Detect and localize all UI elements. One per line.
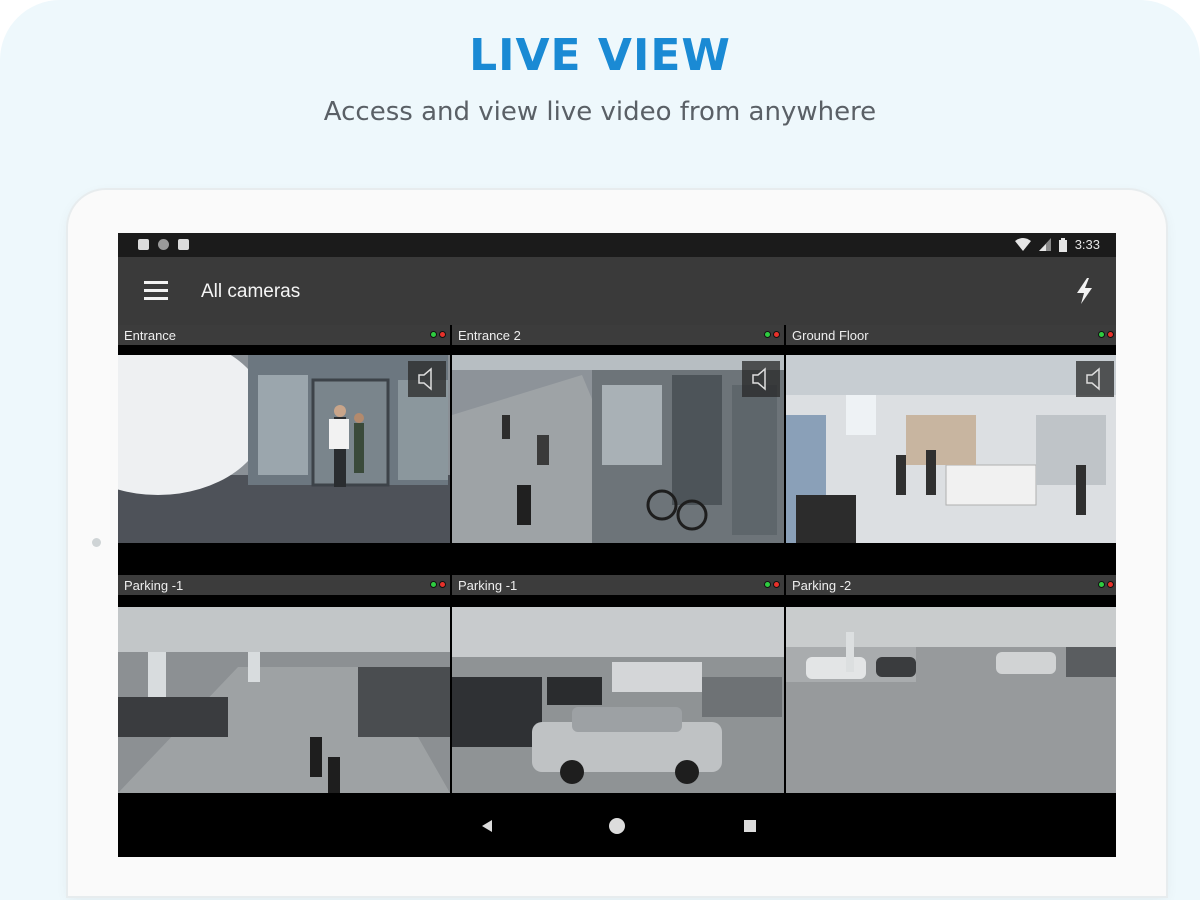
status-dot-red [773,331,780,338]
camera-header: Ground Floor [786,325,1116,345]
front-camera-dot [92,538,101,547]
camera-header: Parking -2 [786,575,1116,595]
circle-icon [158,239,169,250]
camera-tile-entrance[interactable]: Entrance [118,325,450,545]
camera-name: Parking -1 [458,578,518,593]
speaker-mute-icon[interactable] [1076,361,1114,397]
camera-status-indicators [1098,581,1114,588]
video-feed-parking-1a [118,607,450,793]
video-feed-entrance-2 [452,355,784,543]
camera-header: Parking -1 [118,575,450,595]
camera-name: Parking -2 [792,578,852,593]
video-feed-ground-floor [786,355,1116,543]
status-dot-red [439,581,446,588]
wifi-icon [1014,238,1031,251]
status-dot-red [439,331,446,338]
status-dot-green [1098,581,1105,588]
camera-status-indicators [430,581,446,588]
status-dot-green [1098,331,1105,338]
back-icon[interactable] [474,813,500,839]
status-dot-green [430,581,437,588]
flash-icon[interactable] [1070,275,1100,307]
speaker-mute-icon[interactable] [742,361,780,397]
hamburger-menu-icon[interactable] [140,277,170,305]
camera-header: Parking -1 [452,575,784,595]
home-icon[interactable] [604,813,630,839]
camera-grid: Entrance Entrance 2 Ground Floor Parking… [118,325,1116,795]
camera-status-indicators [764,581,780,588]
camera-name: Entrance 2 [458,328,521,343]
camera-tile-ground-floor[interactable]: Ground Floor [786,325,1116,545]
camera-header: Entrance [118,325,450,345]
promo-subline: Access and view live video from anywhere [323,97,877,127]
status-dot-green [764,581,771,588]
camera-name: Ground Floor [792,328,869,343]
camera-tile-parking-1a[interactable]: Parking -1 [118,575,450,795]
status-bar: 3:33 [118,233,1116,257]
promo-headline: LIVE VIEW [469,30,731,81]
camera-status-indicators [430,331,446,338]
tablet-screen: 3:33 All cameras Entrance Entrance 2 Gro… [118,233,1116,857]
status-dot-red [1107,331,1114,338]
status-dot-green [430,331,437,338]
status-dot-red [1107,581,1114,588]
camera-status-indicators [764,331,780,338]
notification-a-icon [138,239,149,250]
android-nav-bar [118,795,1116,857]
video-feed-parking-2 [786,607,1116,793]
camera-name: Parking -1 [124,578,184,593]
recents-icon[interactable] [737,813,763,839]
speaker-mute-icon[interactable] [408,361,446,397]
status-dot-green [764,331,771,338]
status-time: 3:33 [1074,237,1100,252]
signal-icon [1038,238,1051,251]
status-dot-red [773,581,780,588]
page-title: All cameras [201,281,301,302]
battery-icon [1058,237,1067,252]
sd-card-icon [178,239,189,250]
app-bar: All cameras [118,257,1116,325]
video-feed-entrance [118,355,450,543]
camera-name: Entrance [124,328,177,343]
camera-header: Entrance 2 [452,325,784,345]
camera-tile-entrance-2[interactable]: Entrance 2 [452,325,784,545]
camera-tile-parking-1b[interactable]: Parking -1 [452,575,784,795]
video-feed-parking-1b [452,607,784,793]
camera-tile-parking-2[interactable]: Parking -2 [786,575,1116,795]
camera-status-indicators [1098,331,1114,338]
